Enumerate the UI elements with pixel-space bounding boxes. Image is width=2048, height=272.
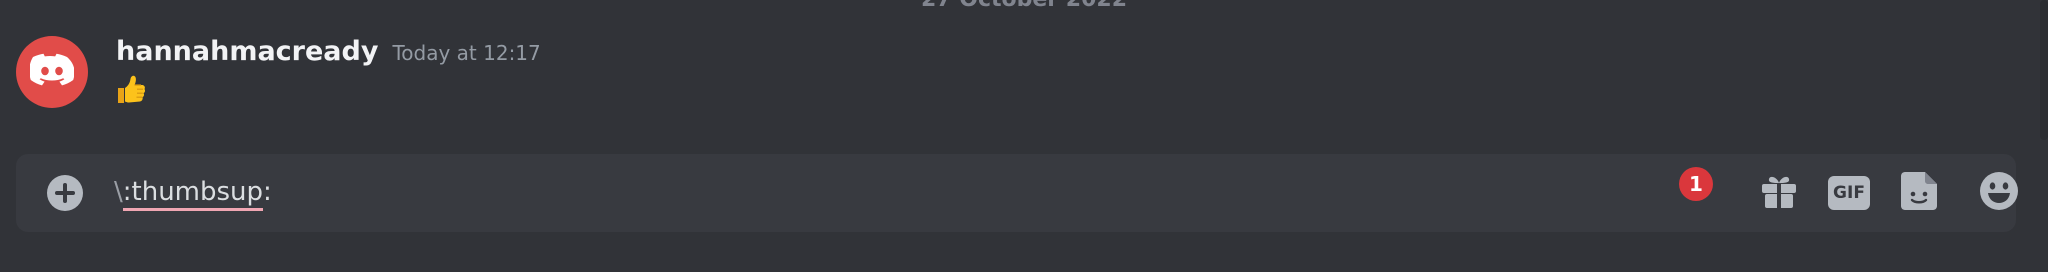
- message-header: hannahmacready Today at 12:17: [116, 36, 541, 68]
- timestamp: Today at 12:17: [392, 41, 541, 65]
- sticker-button[interactable]: [1897, 171, 1941, 215]
- message-composer: \:thumbsup: 1 GIF: [16, 154, 2018, 232]
- notification-badge: 1: [1679, 167, 1713, 201]
- chat-view: 27 October 2022 hannahmacready Today at …: [0, 0, 2048, 272]
- username[interactable]: hannahmacready: [116, 36, 378, 67]
- gif-button[interactable]: GIF: [1827, 171, 1871, 215]
- message-input[interactable]: \:thumbsup:: [114, 174, 272, 211]
- gif-label: GIF: [1828, 176, 1870, 210]
- gift-icon: [1760, 173, 1798, 213]
- input-tail: :: [263, 177, 272, 207]
- gift-button[interactable]: [1757, 171, 1801, 215]
- discord-logo-icon: [29, 53, 75, 91]
- emoji-button[interactable]: [1977, 171, 2021, 215]
- message-content: [114, 73, 154, 109]
- date-divider: 27 October 2022: [0, 0, 2048, 12]
- message-list-scrollbar[interactable]: [2040, 0, 2048, 140]
- sticker-icon: [1901, 172, 1937, 214]
- message: hannahmacready Today at 12:17: [16, 36, 2016, 116]
- thumbs-up-emoji: [114, 75, 146, 109]
- input-escape-char: \: [114, 177, 123, 207]
- avatar[interactable]: [16, 36, 88, 108]
- plus-circle-icon[interactable]: [47, 175, 83, 211]
- emoji-smile-icon: [1979, 171, 2019, 215]
- input-misspelled-word: :thumbsup: [122, 177, 264, 211]
